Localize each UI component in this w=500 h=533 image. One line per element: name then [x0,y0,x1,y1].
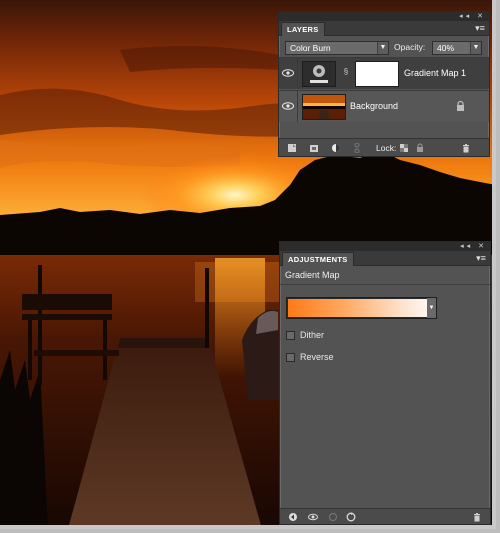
clip-to-layer-icon[interactable] [328,512,338,522]
adjustment-layer-icon[interactable] [331,143,341,153]
new-layer-icon[interactable] [287,143,297,153]
chevron-down-icon[interactable]: ▼ [427,298,436,318]
layer-name[interactable]: Background [350,101,398,111]
divider [280,284,490,285]
layer-row-gradient-map[interactable]: § Gradient Map 1 [279,57,489,89]
opacity-value: 40% [437,43,455,53]
lock-icon [457,101,464,111]
adjustment-layer-thumbnail[interactable] [302,61,336,87]
panel-titlebar[interactable]: ◂◂ ✕ [280,242,490,251]
new-group-icon[interactable] [309,143,319,153]
adjustments-footer [280,508,490,524]
eye-icon[interactable] [281,66,295,80]
reverse-checkbox[interactable] [286,353,295,362]
divider [297,91,298,122]
background-thumbnail[interactable] [302,94,346,120]
eye-icon[interactable] [281,99,295,113]
panel-menu-icon[interactable]: ▾≡ [474,23,486,33]
collapse-close-icons[interactable]: ◂◂ ✕ [459,12,486,21]
gear-icon [310,65,328,83]
blend-mode-value: Color Burn [290,43,331,53]
dither-label: Dither [300,330,325,340]
chevron-down-icon: ▼ [377,42,388,54]
gradient-swatch[interactable] [288,299,427,317]
blend-row: Color Burn ▼ Opacity: 40% ▼ [279,36,489,58]
collapse-close-icons[interactable]: ◂◂ ✕ [460,242,487,251]
dither-checkbox[interactable] [286,331,295,340]
panel-menu-icon[interactable]: ▾≡ [475,253,487,263]
trash-icon[interactable] [472,512,482,522]
back-arrow-icon[interactable] [288,512,298,522]
adjustments-panel: ◂◂ ✕ ADJUSTMENTS ▾≡ Gradient Map ▼ Dithe… [279,241,491,525]
layers-panel: ◂◂ ✕ LAYERS ▾≡ Color Burn ▼ Opacity: 40%… [278,11,490,157]
trash-icon[interactable] [461,143,471,153]
layer-mask-thumbnail[interactable] [355,61,399,87]
reset-icon[interactable] [346,512,356,522]
lock-label: Lock: [376,143,397,153]
panel-tab-row: ADJUSTMENTS ▾≡ [280,251,490,266]
lock-transparent-icon[interactable] [399,143,409,153]
tab-layers[interactable]: LAYERS [281,22,325,36]
tab-adjustments[interactable]: ADJUSTMENTS [282,252,354,266]
divider [297,58,298,89]
opacity-input[interactable]: 40% ▼ [432,41,482,55]
link-icon[interactable]: § [342,67,350,79]
layer-name[interactable]: Gradient Map 1 [404,68,466,78]
layers-footer: Lock: [279,138,489,156]
layer-row-background[interactable]: Background [279,90,489,122]
opacity-label: Opacity: [394,42,426,52]
gradient-picker[interactable]: ▼ [286,297,437,319]
chevron-down-icon[interactable]: ▼ [470,42,481,54]
lock-all-icon[interactable] [415,143,425,153]
blend-mode-select[interactable]: Color Burn ▼ [285,41,389,55]
link-layers-icon[interactable] [352,143,362,153]
panel-tab-row: LAYERS ▾≡ [279,21,489,36]
reverse-label: Reverse [300,352,334,362]
panel-titlebar[interactable]: ◂◂ ✕ [279,12,489,21]
visibility-icon[interactable] [308,512,318,522]
adjustment-title: Gradient Map [285,270,340,280]
